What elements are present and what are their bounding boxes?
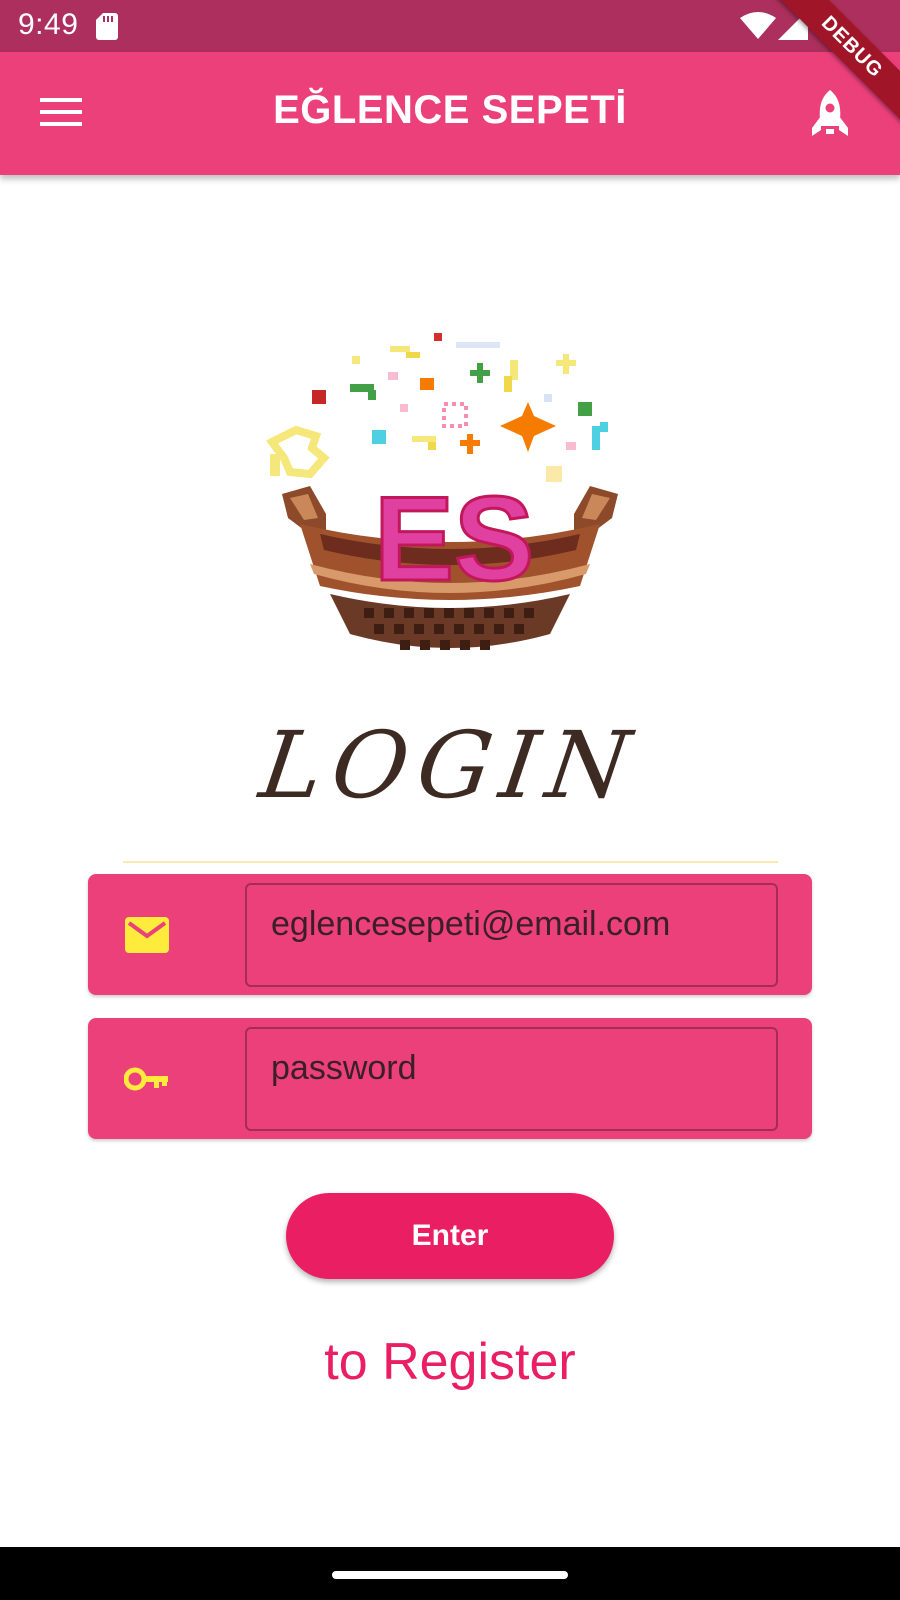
register-link[interactable]: to Register (0, 1332, 900, 1392)
password-card: password (88, 1018, 812, 1139)
system-nav-bar (0, 1547, 900, 1600)
status-bar: 9:49 (0, 0, 900, 52)
mail-icon (125, 917, 169, 953)
sd-card-icon (96, 13, 118, 40)
app-title: EĞLENCE SEPETİ (273, 88, 627, 132)
eglence-sepeti-logo: ES (265, 333, 618, 650)
logo-initials: ES (374, 472, 534, 606)
status-time: 9:49 (18, 8, 79, 41)
enter-button[interactable]: Enter (286, 1193, 614, 1279)
login-screen: 9:49 EĞLENCE SEPETİ DEBUG ES LOGIN eglen… (0, 0, 900, 1600)
wifi-icon (740, 12, 776, 39)
password-value: password (271, 1049, 417, 1087)
heading-divider (123, 861, 778, 863)
key-icon (124, 1067, 168, 1091)
email-card: eglencesepeti@email.com (88, 874, 812, 995)
app-bar: EĞLENCE SEPETİ (0, 52, 900, 175)
email-value: eglencesepeti@email.com (271, 905, 671, 943)
password-field[interactable]: password (245, 1027, 778, 1131)
home-indicator[interactable] (332, 1571, 568, 1579)
email-field[interactable]: eglencesepeti@email.com (245, 883, 778, 987)
login-heading: LOGIN (254, 712, 646, 819)
rocket-icon[interactable] (808, 90, 852, 140)
